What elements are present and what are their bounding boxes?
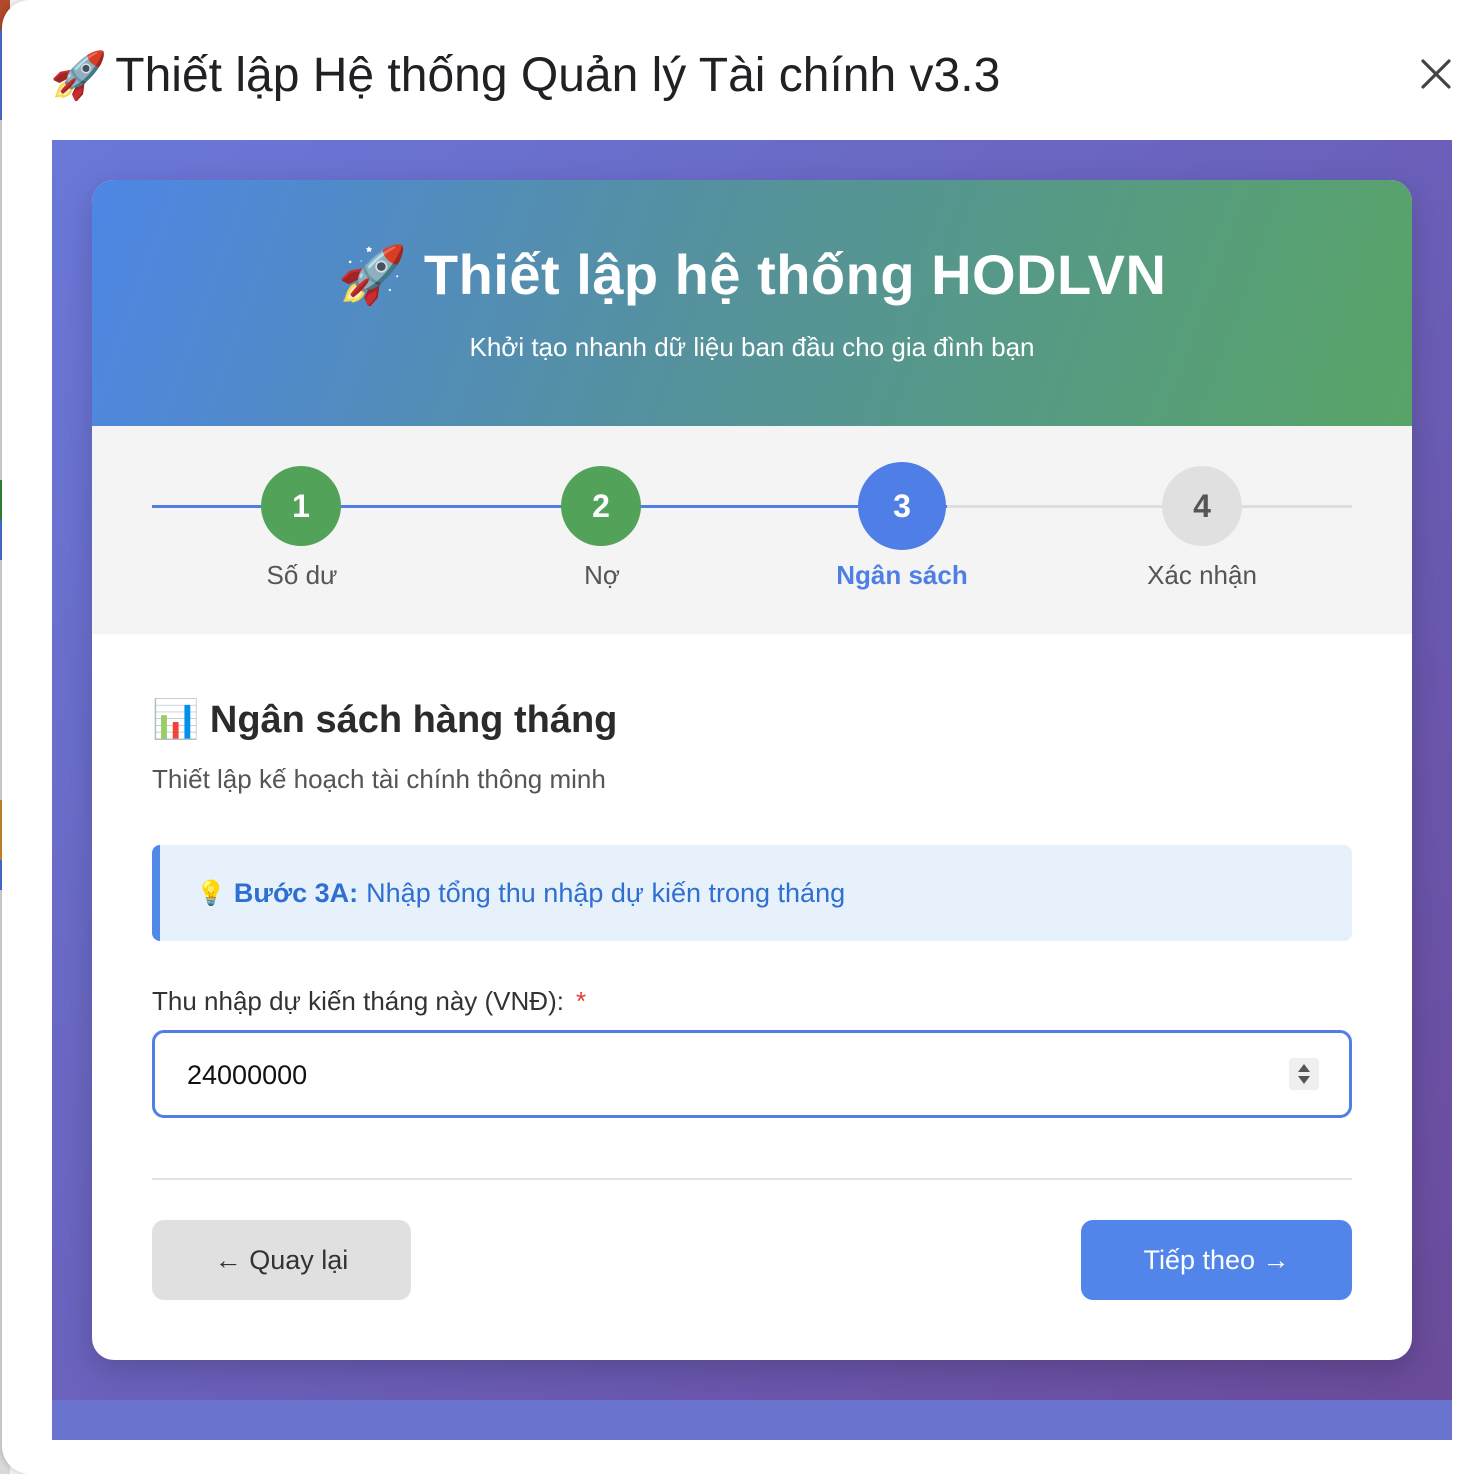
dialog-title: 🚀 Thiết lập Hệ thống Quản lý Tài chính v… bbox=[50, 40, 1000, 110]
setup-dialog: 🚀 Thiết lập Hệ thống Quản lý Tài chính v… bbox=[2, 0, 1478, 1474]
hero-title-text: Thiết lập hệ thống HODLVN bbox=[423, 243, 1167, 306]
step-4-circle: 4 bbox=[1162, 466, 1242, 546]
hero-subtitle: Khởi tạo nhanh dữ liệu ban đầu cho gia đ… bbox=[469, 332, 1035, 362]
dialog-title-text: Thiết lập Hệ thống Quản lý Tài chính v3.… bbox=[115, 48, 1001, 102]
close-button[interactable] bbox=[1412, 50, 1460, 98]
section-title-text: Ngân sách hàng tháng bbox=[209, 699, 618, 741]
info-callout: 💡 Bước 3A: Nhập tổng thu nhập dự kiến tr… bbox=[152, 845, 1352, 941]
step-4-label: Xác nhận bbox=[1147, 560, 1257, 590]
back-button[interactable]: ← Quay lại bbox=[152, 1220, 411, 1300]
rocket-icon: 🚀 bbox=[50, 48, 108, 101]
step-line-pending bbox=[947, 505, 1352, 508]
rocket-icon: 🚀 bbox=[337, 243, 408, 306]
step-1-label: Số dư bbox=[266, 560, 338, 590]
close-icon bbox=[1421, 59, 1451, 89]
step-1-circle: 1 bbox=[261, 466, 341, 546]
income-label: Thu nhập dự kiến tháng này (VNĐ): * bbox=[152, 986, 586, 1017]
number-spinner[interactable] bbox=[1289, 1058, 1319, 1090]
hero-header: 🚀 Thiết lập hệ thống HODLVN Khởi tạo nha… bbox=[92, 180, 1412, 426]
info-step-label: Bước 3A: bbox=[233, 877, 359, 908]
step-3-circle: 3 bbox=[858, 462, 946, 550]
progress-stepper: 1 2 3 4 Số dư Nợ Ngân sách Xác nhận bbox=[92, 426, 1412, 634]
setup-card: 🚀 Thiết lập hệ thống HODLVN Khởi tạo nha… bbox=[92, 180, 1412, 1360]
hero-title: 🚀 Thiết lập hệ thống HODLVN bbox=[92, 242, 1412, 308]
next-button[interactable]: Tiếp theo → bbox=[1081, 1220, 1352, 1300]
step-3-label: Ngân sách bbox=[836, 560, 968, 590]
step-2-label: Nợ bbox=[584, 560, 620, 590]
income-label-text: Thu nhập dự kiến tháng này (VNĐ): bbox=[152, 986, 564, 1016]
setup-frame: 🚀 Thiết lập hệ thống HODLVN Khởi tạo nha… bbox=[52, 140, 1452, 1440]
section-title: 📊 Ngân sách hàng tháng bbox=[152, 698, 617, 742]
spinner-arrows-icon bbox=[1298, 1064, 1310, 1084]
section-subtitle: Thiết lập kế hoạch tài chính thông minh bbox=[152, 764, 606, 794]
divider bbox=[152, 1178, 1352, 1180]
income-input[interactable] bbox=[185, 1053, 1269, 1097]
lightbulb-icon: 💡 bbox=[196, 879, 226, 907]
required-marker: * bbox=[575, 986, 587, 1016]
income-input-container[interactable] bbox=[152, 1030, 1352, 1118]
bar-chart-icon: 📊 bbox=[152, 699, 200, 741]
step-2-circle: 2 bbox=[561, 466, 641, 546]
frame-footer-band bbox=[52, 1400, 1452, 1440]
info-text: Nhập tổng thu nhập dự kiến trong tháng bbox=[366, 877, 846, 908]
